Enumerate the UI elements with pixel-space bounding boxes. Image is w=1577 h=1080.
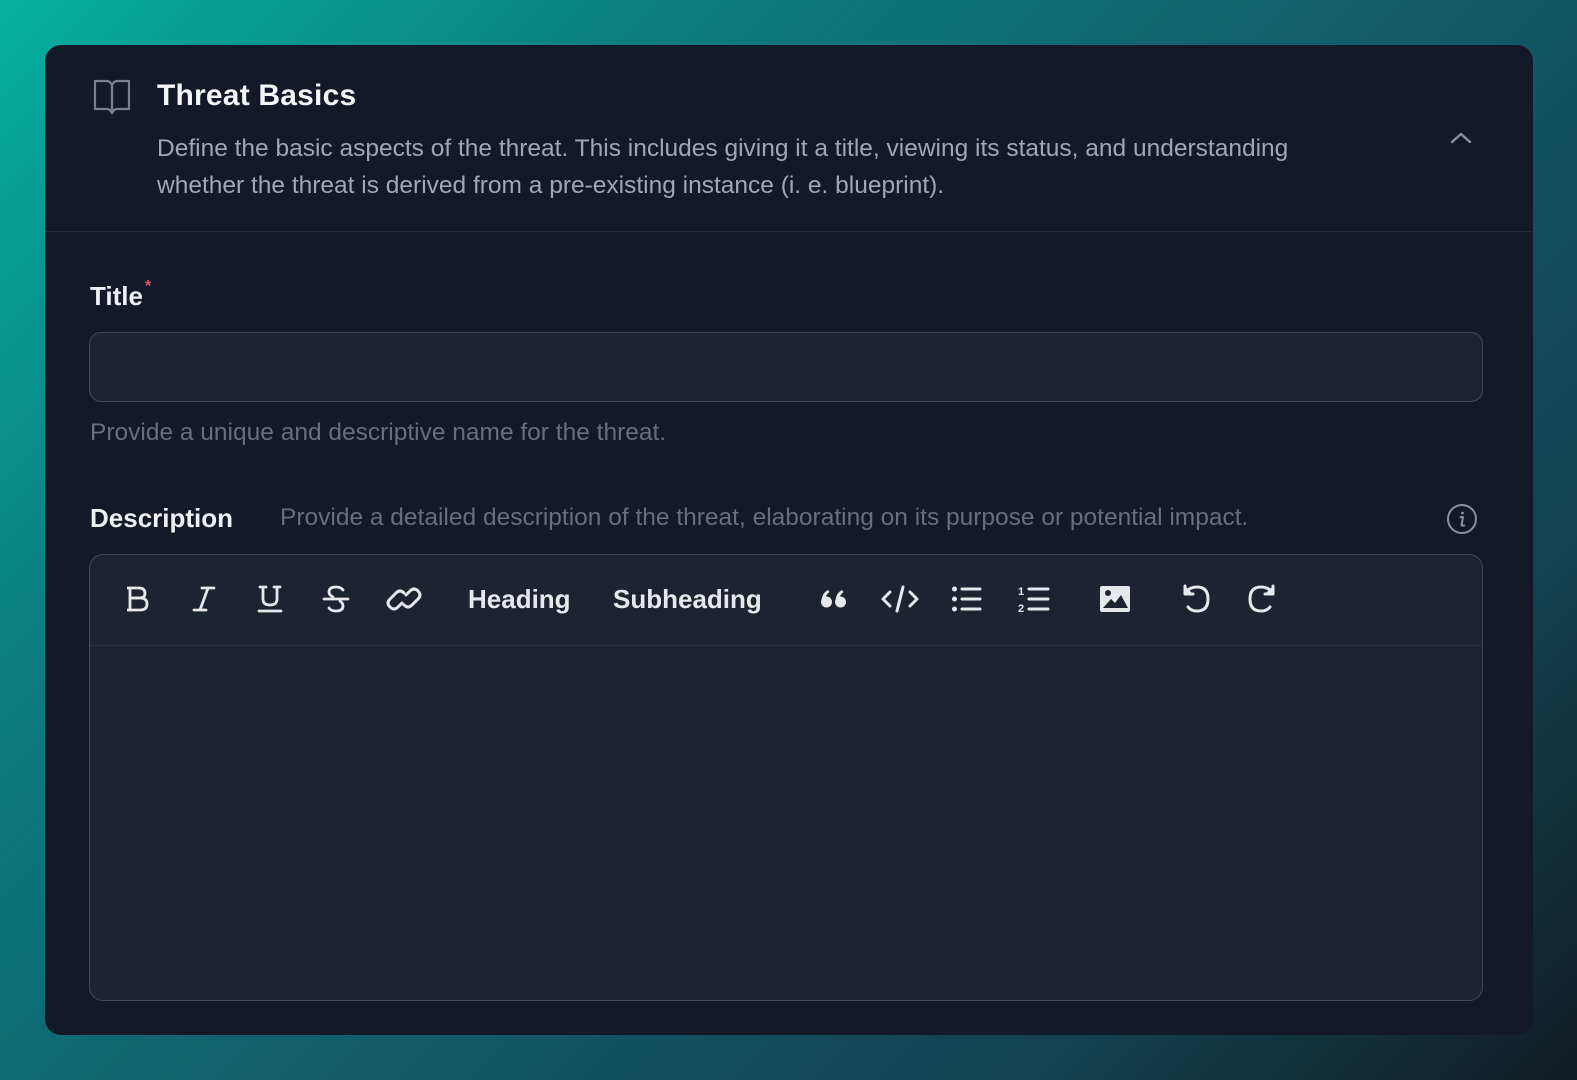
info-circle-icon[interactable]	[1446, 503, 1478, 535]
italic-button[interactable]	[182, 577, 226, 621]
title-label: Title *	[90, 278, 152, 312]
book-open-icon	[92, 79, 132, 115]
redo-button[interactable]	[1240, 577, 1284, 621]
description-label: Description	[90, 503, 234, 533]
description-editor: Heading Subheading 1 2	[89, 554, 1483, 1001]
bullet-list-button[interactable]	[945, 577, 989, 621]
link-icon	[384, 583, 424, 615]
threat-basics-card: Threat Basics Define the basic aspects o…	[45, 45, 1533, 1035]
image-icon	[1099, 585, 1131, 613]
subheading-button[interactable]: Subheading	[613, 577, 762, 621]
italic-icon	[191, 585, 217, 613]
svg-text:1: 1	[1018, 586, 1024, 598]
section-title: Threat Basics	[157, 79, 357, 112]
description-help-text: Provide a detailed description of the th…	[280, 504, 1249, 531]
strikethrough-icon	[321, 584, 351, 614]
required-marker: *	[144, 278, 152, 295]
section-description: Define the basic aspects of the threat. …	[157, 135, 1289, 199]
code-icon	[880, 583, 920, 615]
section-header[interactable]: Threat Basics Define the basic aspects o…	[45, 45, 1533, 232]
undo-button[interactable]	[1174, 577, 1218, 621]
redo-icon	[1246, 584, 1278, 614]
bold-button[interactable]	[116, 577, 160, 621]
title-help-text: Provide a unique and descriptive name fo…	[90, 419, 667, 446]
underline-icon	[256, 584, 284, 614]
underline-button[interactable]	[248, 577, 292, 621]
editor-toolbar: Heading Subheading 1 2	[90, 555, 1482, 646]
strikethrough-button[interactable]	[314, 577, 358, 621]
quote-icon	[819, 587, 849, 611]
undo-icon	[1180, 584, 1212, 614]
ordered-list-icon: 1 2	[1018, 584, 1050, 614]
ordered-list-button[interactable]: 1 2	[1012, 577, 1056, 621]
chevron-up-icon[interactable]	[1448, 128, 1474, 148]
title-label-text: Title	[90, 281, 143, 311]
blockquote-button[interactable]	[812, 577, 856, 621]
title-input[interactable]	[89, 332, 1483, 402]
description-editor-content[interactable]	[90, 646, 1482, 1000]
code-button[interactable]	[878, 577, 922, 621]
link-button[interactable]	[380, 577, 428, 621]
svg-text:2: 2	[1018, 603, 1024, 614]
bold-icon	[125, 585, 151, 613]
heading-button[interactable]: Heading	[468, 577, 571, 621]
bullet-list-icon	[951, 585, 983, 613]
image-button[interactable]	[1091, 577, 1139, 621]
